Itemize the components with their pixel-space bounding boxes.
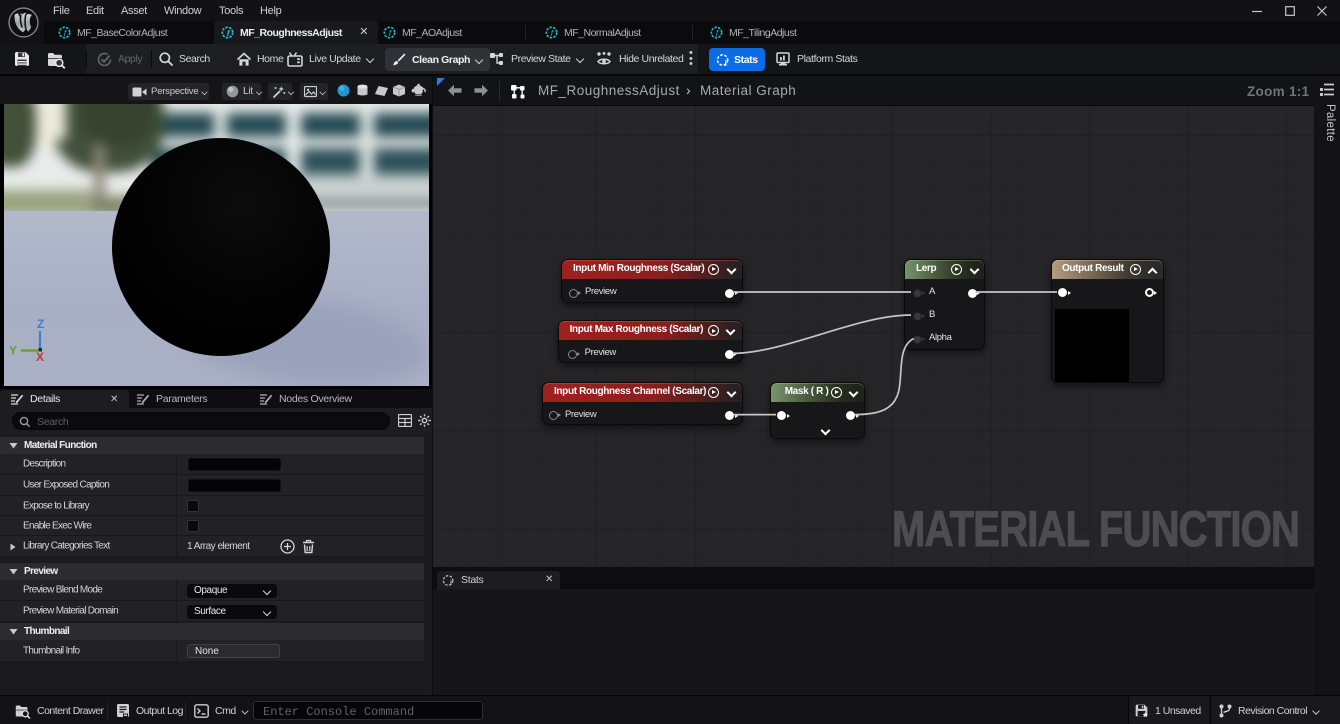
svg-text:Z: Z [37, 317, 44, 331]
svg-text:X: X [36, 350, 44, 364]
svg-text:i: i [450, 580, 452, 587]
svg-text:Y: Y [9, 344, 17, 358]
svg-text:i: i [725, 58, 727, 66]
